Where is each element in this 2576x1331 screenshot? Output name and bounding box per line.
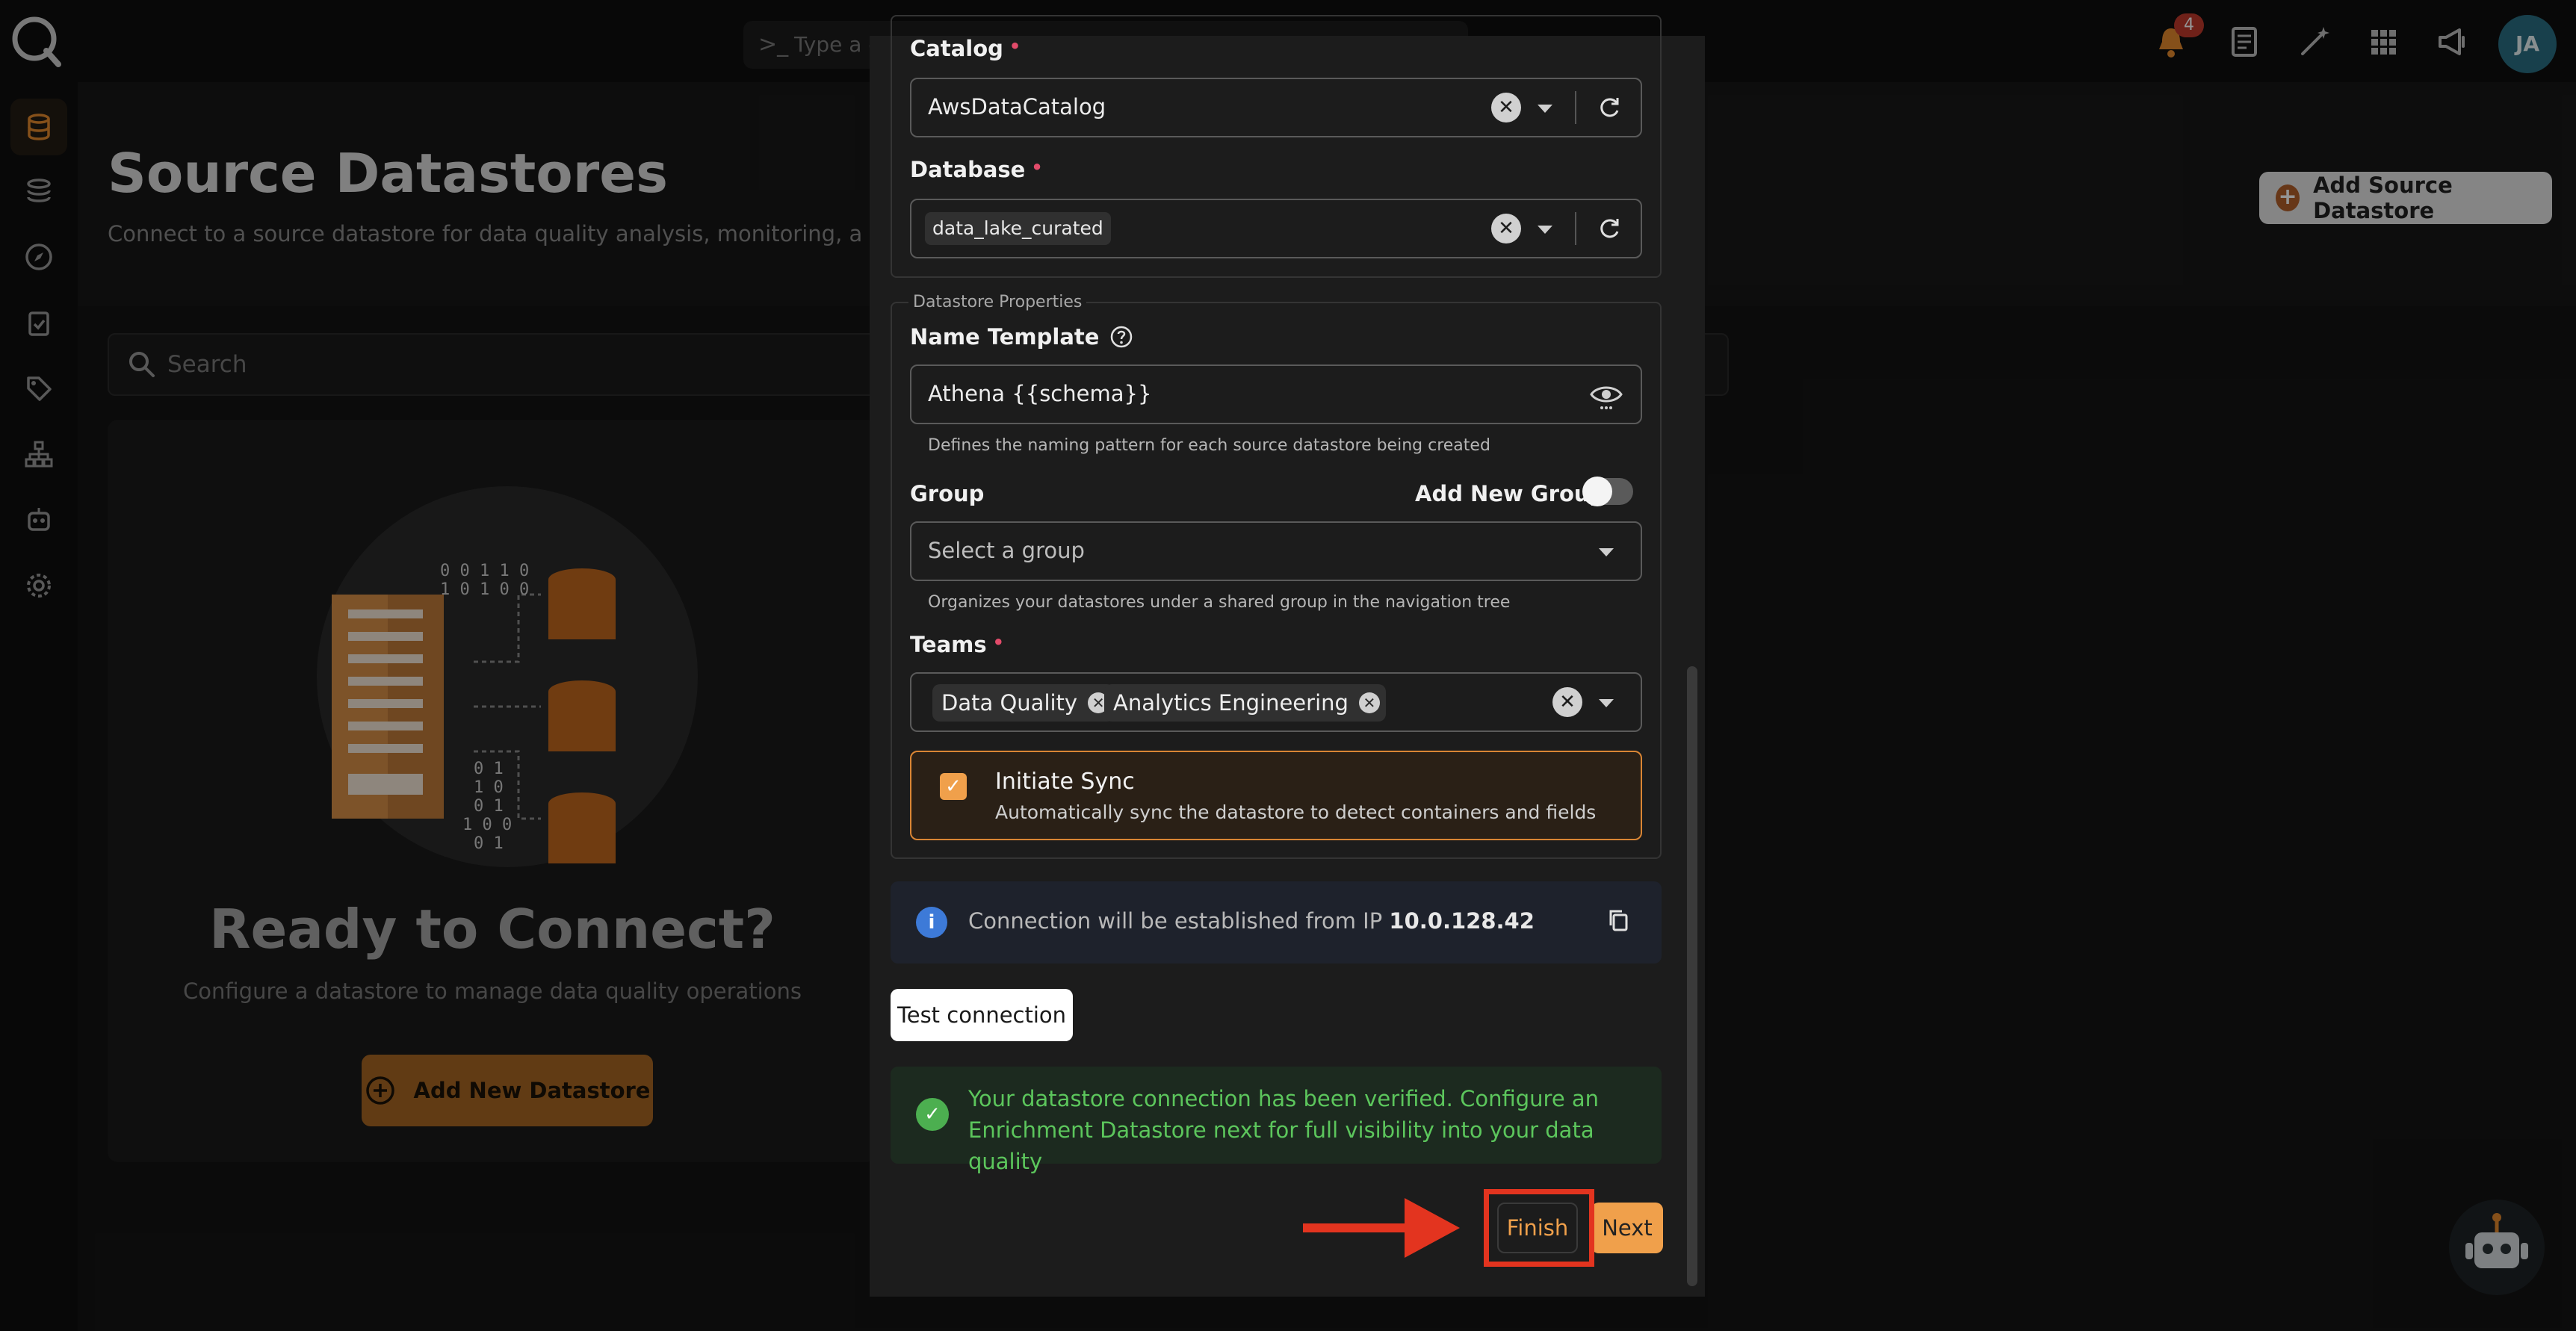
success-message: Your datastore connection has been verif…	[968, 1086, 1600, 1174]
name-template-input[interactable]: Athena {{schema}}	[910, 364, 1642, 424]
clear-icon[interactable]: ✕	[1491, 93, 1521, 122]
database-label: Database •	[910, 157, 1043, 182]
toggle-knob	[1582, 477, 1612, 506]
catalog-value: AwsDataCatalog	[928, 94, 1106, 120]
refresh-icon[interactable]	[1596, 215, 1623, 242]
chevron-down-icon[interactable]	[1538, 226, 1552, 234]
add-new-group-label: Add New Group	[1415, 481, 1606, 506]
chevron-down-icon[interactable]	[1599, 699, 1614, 707]
team-chip-analytics-engineering: Analytics Engineering ✕	[1104, 684, 1386, 722]
datastore-properties-legend: Datastore Properties	[908, 293, 1087, 311]
clear-icon[interactable]: ✕	[1552, 687, 1582, 717]
initiate-sync-checkbox[interactable]: ✓	[940, 773, 967, 800]
group-label: Group	[910, 481, 985, 506]
name-template-value: Athena {{schema}}	[928, 381, 1152, 406]
finish-highlight-box	[1484, 1189, 1594, 1267]
group-select[interactable]: Select a group	[910, 521, 1642, 581]
refresh-icon[interactable]	[1596, 94, 1623, 121]
required-marker: •	[1009, 36, 1021, 57]
divider	[1575, 91, 1576, 124]
copy-icon[interactable]	[1605, 907, 1632, 934]
chevron-down-icon[interactable]	[1538, 105, 1552, 113]
connection-ip-info: i Connection will be established from IP…	[891, 881, 1662, 964]
teams-label: Teams •	[910, 632, 1004, 657]
arrow-right-icon	[1303, 1198, 1460, 1258]
group-placeholder: Select a group	[928, 538, 1085, 563]
dialog-scrollbar[interactable]	[1687, 666, 1697, 1286]
test-connection-button[interactable]: Test connection	[891, 989, 1073, 1041]
eye-icon[interactable]	[1588, 381, 1624, 411]
database-select[interactable]: data_lake_curated ✕	[910, 199, 1642, 258]
add-new-group-toggle[interactable]	[1582, 477, 1633, 506]
remove-chip-icon[interactable]: ✕	[1358, 692, 1380, 713]
initiate-sync-option[interactable]: ✓ Initiate Sync Automatically sync the d…	[910, 751, 1642, 840]
divider	[1575, 212, 1576, 245]
check-circle-icon: ✓	[916, 1098, 949, 1131]
catalog-select[interactable]: AwsDataCatalog ✕	[910, 78, 1642, 137]
help-circle-icon[interactable]	[1109, 325, 1133, 349]
initiate-sync-description: Automatically sync the datastore to dete…	[995, 801, 1597, 823]
connection-ip-text: Connection will be established from IP 1…	[968, 908, 1535, 934]
clear-icon[interactable]: ✕	[1491, 214, 1521, 243]
name-template-helper: Defines the naming pattern for each sour…	[928, 436, 1490, 455]
info-icon: i	[916, 907, 947, 938]
database-chip: data_lake_curated	[925, 212, 1111, 245]
connection-ip-address: 10.0.128.42	[1389, 908, 1535, 934]
catalog-label: Catalog •	[910, 36, 1021, 61]
next-button[interactable]: Next	[1591, 1203, 1663, 1253]
required-marker: •	[992, 632, 1004, 653]
required-marker: •	[1031, 157, 1043, 178]
chevron-down-icon[interactable]	[1599, 548, 1614, 556]
name-template-label: Name Template	[910, 324, 1133, 350]
initiate-sync-title: Initiate Sync	[995, 769, 1135, 795]
connection-success-alert: ✓ Your datastore connection has been ver…	[891, 1067, 1662, 1174]
group-helper: Organizes your datastores under a shared…	[928, 593, 1511, 612]
team-chip-data-quality: Data Quality ✕	[932, 684, 1115, 722]
